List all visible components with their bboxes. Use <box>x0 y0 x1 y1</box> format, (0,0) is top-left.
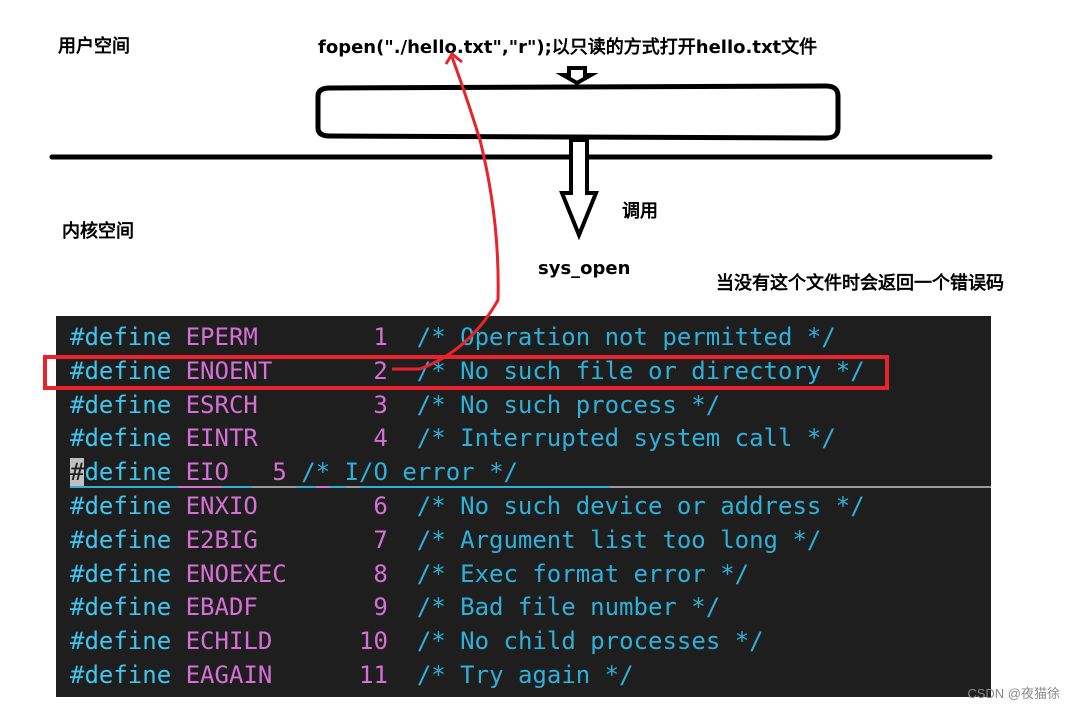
watermark: CSDN @夜猫徐 <box>967 686 1060 701</box>
red-curved-arrow <box>392 56 500 371</box>
annotation-arrow <box>392 51 500 371</box>
